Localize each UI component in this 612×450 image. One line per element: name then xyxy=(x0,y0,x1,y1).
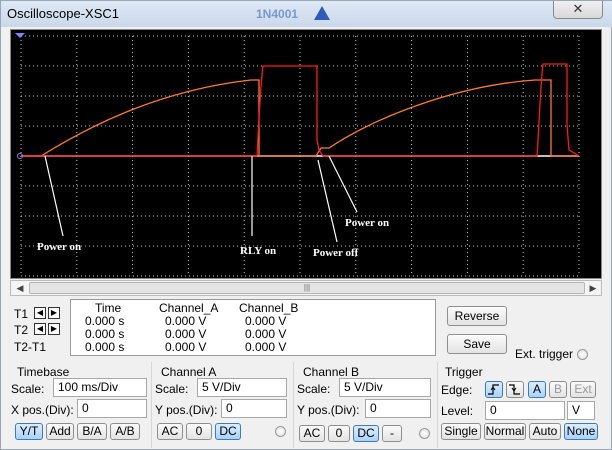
t2-right-arrow-icon[interactable]: ▶ xyxy=(48,323,60,335)
falling-edge-icon xyxy=(509,384,520,395)
t1-time: 0.000 s xyxy=(85,314,125,328)
close-icon: ✕ xyxy=(572,1,584,16)
t1-left-arrow-icon[interactable]: ◀ xyxy=(34,307,46,319)
t1-channel-b: 0.000 V xyxy=(245,314,287,328)
channel-a-ypos-input[interactable]: 0 xyxy=(221,399,287,418)
timebase-xpos-input[interactable]: 0 xyxy=(77,399,147,418)
trigger-title: Trigger xyxy=(445,365,483,379)
channel-b-zero-button[interactable]: 0 xyxy=(328,425,350,442)
timebase-scale-label: Scale: xyxy=(11,382,45,396)
channel-a-zero-button[interactable]: 0 xyxy=(186,423,212,440)
divider-3 xyxy=(437,362,438,448)
channel-b-ac-button[interactable]: AC xyxy=(299,425,325,442)
a-over-b-mode-button[interactable]: A/B xyxy=(110,423,140,440)
channel-b-invert-button[interactable]: - xyxy=(382,425,402,442)
channel-b-dc-button[interactable]: DC xyxy=(353,425,379,442)
trigger-source-b-button[interactable]: B xyxy=(549,381,567,398)
scroll-right-icon[interactable]: ▶ xyxy=(585,281,601,295)
trigger-level-unit[interactable]: V xyxy=(567,401,595,420)
t2-channel-a: 0.000 V xyxy=(165,327,207,341)
scrollbar-thumb[interactable]: ||| xyxy=(29,282,585,294)
channel-b-scale-input[interactable]: 5 V/Div xyxy=(339,378,431,397)
diode-label: 1N4001 xyxy=(256,7,299,21)
reverse-button[interactable]: Reverse xyxy=(447,306,507,326)
power-on-pointer-2 xyxy=(328,155,358,213)
t1-label: T1 xyxy=(14,307,29,321)
falling-edge-button[interactable] xyxy=(506,381,524,398)
t2t1-time: 0.000 s xyxy=(85,340,125,354)
channel-a-title: Channel A xyxy=(161,365,217,379)
trigger-normal-button[interactable]: Normal xyxy=(484,423,526,440)
trigger-level-label: Level: xyxy=(441,404,474,418)
ext-trigger-radio[interactable] xyxy=(577,349,588,360)
cursor-1-marker-icon xyxy=(15,33,25,38)
horizontal-scrollbar[interactable]: ◀ ||| ▶ xyxy=(10,280,602,296)
t2t1-channel-a: 0.000 V xyxy=(165,340,207,354)
channel-b-scale-label: Scale: xyxy=(297,382,331,396)
add-mode-button[interactable]: Add xyxy=(46,423,74,440)
trigger-edge-label: Edge: xyxy=(441,383,473,397)
channel-b-trace xyxy=(21,63,580,157)
timebase-scale-input[interactable]: 100 ms/Div xyxy=(53,378,147,397)
ext-trigger-label: Ext. trigger xyxy=(515,347,574,361)
channel-b-title: Channel B xyxy=(303,365,360,379)
header-channel-b: Channel_B xyxy=(239,301,299,315)
header-time: Time xyxy=(95,301,122,315)
channel-a-ypos-label: Y pos.(Div): xyxy=(155,403,218,417)
title-bar[interactable]: Oscilloscope-XSC1 1N4001 ✕ xyxy=(1,1,612,27)
power-on-pointer-1 xyxy=(44,155,64,237)
rising-edge-button[interactable] xyxy=(485,381,503,398)
trigger-level-input[interactable]: 0 xyxy=(485,401,565,420)
scroll-left-icon[interactable]: ◀ xyxy=(12,281,28,295)
annotation-power-off: Power off xyxy=(313,247,359,259)
close-button[interactable]: ✕ xyxy=(553,1,603,19)
t2-left-arrow-icon[interactable]: ◀ xyxy=(34,323,46,335)
window-title: Oscilloscope-XSC1 xyxy=(7,6,119,21)
t2-label: T2 xyxy=(14,323,29,337)
channel-b-ypos-label: Y pos.(Div): xyxy=(297,403,360,417)
measurement-readout: Time Channel_A Channel_B 0.000 s 0.000 V… xyxy=(70,299,436,356)
channel-a-scale-input[interactable]: 5 V/Div xyxy=(197,378,287,397)
cursor-controls: T1 ◀ ▶ T2 ◀ ▶ T2-T1 xyxy=(10,299,68,357)
header-channel-a: Channel_A xyxy=(159,301,219,315)
channel-a-scale-label: Scale: xyxy=(155,382,189,396)
trigger-source-ext-button[interactable]: Ext xyxy=(570,381,596,398)
b-over-a-mode-button[interactable]: B/A xyxy=(77,423,107,440)
trigger-none-button[interactable]: None xyxy=(564,423,598,440)
rising-edge-icon xyxy=(488,384,499,395)
background-schematic-strip: 1N4001 xyxy=(226,1,546,27)
oscilloscope-window: Oscilloscope-XSC1 1N4001 ✕ Power on RLY … xyxy=(0,0,612,450)
channel-a-dc-button[interactable]: DC xyxy=(215,423,241,440)
t1-channel-a: 0.000 V xyxy=(165,314,207,328)
trigger-auto-button[interactable]: Auto xyxy=(529,423,561,440)
trigger-source-a-button[interactable]: A xyxy=(528,381,546,398)
power-off-pointer xyxy=(317,159,338,243)
t2t1-channel-b: 0.000 V xyxy=(245,340,287,354)
yt-mode-button[interactable]: Y/T xyxy=(15,423,43,440)
diode-symbol-icon xyxy=(314,6,330,20)
channel-b-ypos-input[interactable]: 0 xyxy=(365,399,431,418)
timebase-title: Timebase xyxy=(17,365,70,379)
annotation-power-on-2: Power on xyxy=(345,217,389,229)
channel-b-radio[interactable] xyxy=(419,428,430,439)
save-button[interactable]: Save xyxy=(447,334,507,354)
t2-t1-label: T2-T1 xyxy=(14,340,47,354)
t2-time: 0.000 s xyxy=(85,327,125,341)
annotation-power-on-1: Power on xyxy=(37,241,81,253)
oscilloscope-screen[interactable]: Power on RLY on Power off Power on xyxy=(11,30,601,278)
channel-a-radio[interactable] xyxy=(275,426,286,437)
trigger-single-button[interactable]: Single xyxy=(441,423,481,440)
waveform-display: Power on RLY on Power off Power on xyxy=(15,33,580,277)
t2-channel-b: 0.000 V xyxy=(245,327,287,341)
annotation-rly-on: RLY on xyxy=(240,245,276,257)
channel-a-ac-button[interactable]: AC xyxy=(157,423,183,440)
timebase-xpos-label: X pos.(Div): xyxy=(11,403,74,417)
t1-right-arrow-icon[interactable]: ▶ xyxy=(48,307,60,319)
divider-1 xyxy=(151,362,152,448)
divider-2 xyxy=(293,362,294,448)
